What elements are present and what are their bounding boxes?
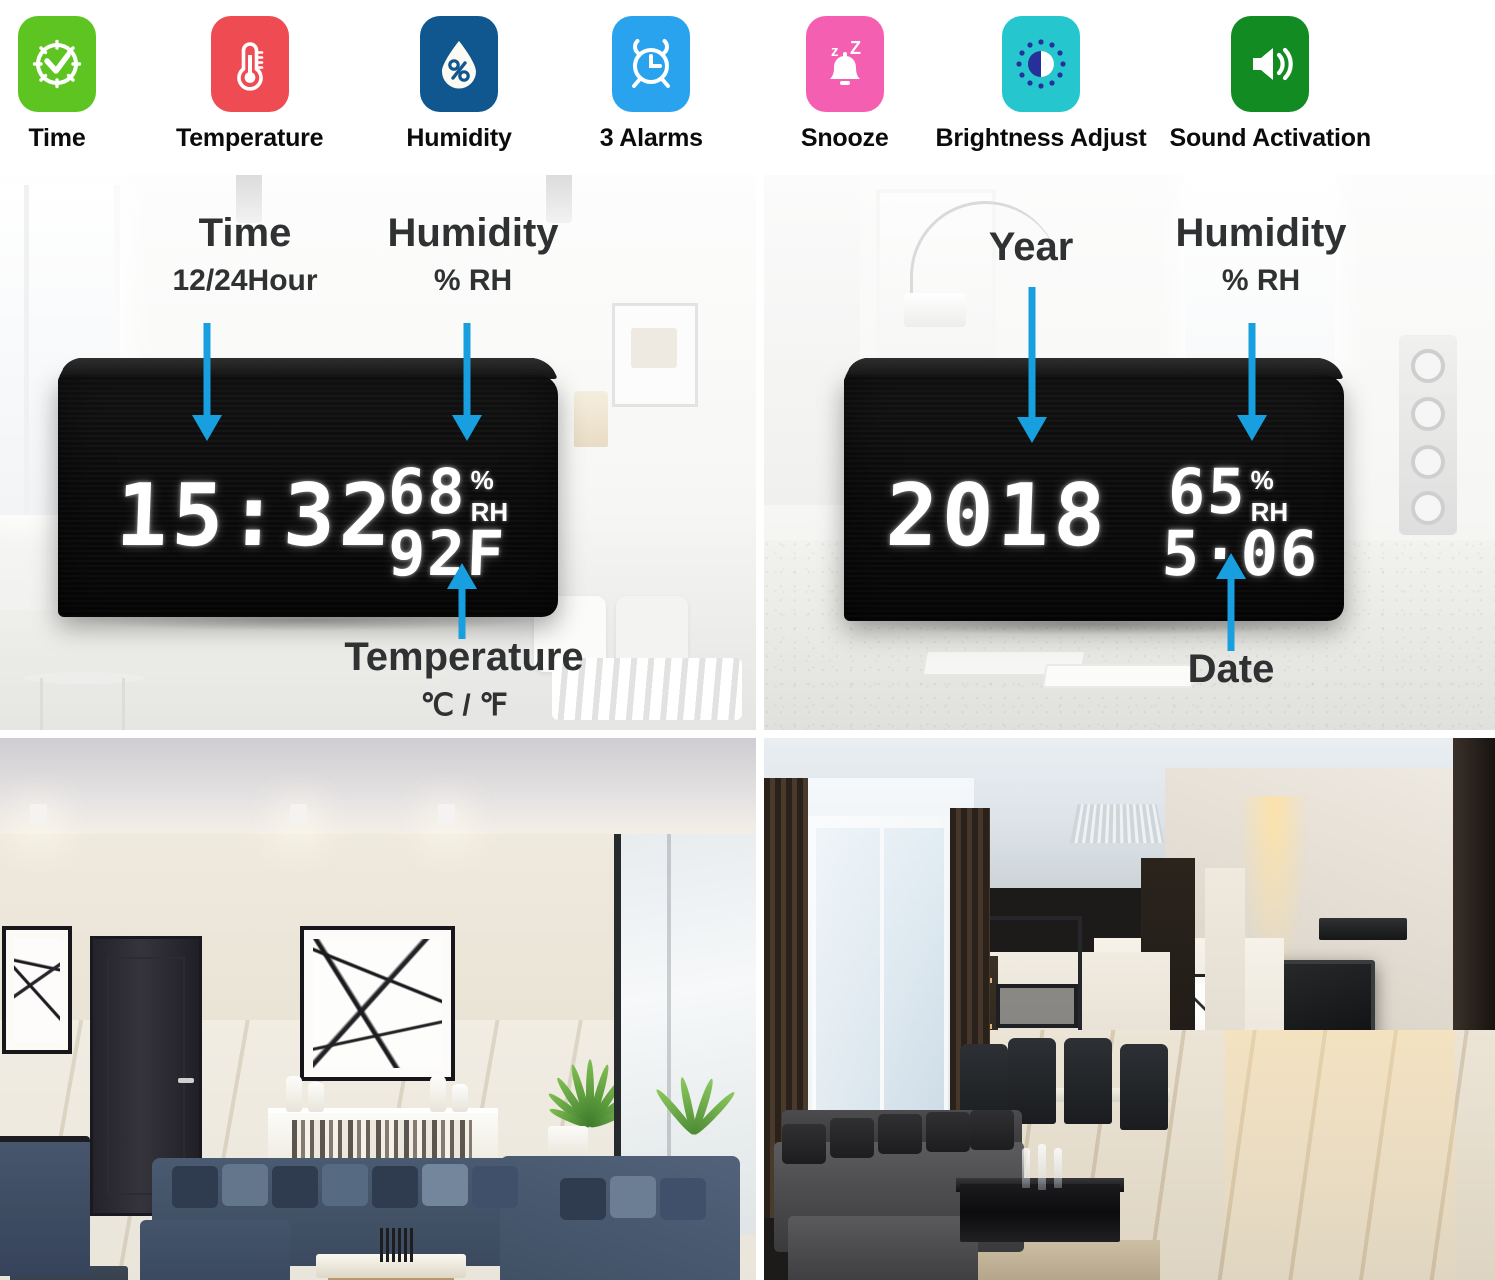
svg-text:Z: Z: [850, 38, 861, 58]
digital-clock-device: 15:32 68 % RH 92F: [58, 353, 558, 631]
humidity-percent-symbol: %: [470, 465, 494, 495]
annotation-year-title: Year: [988, 225, 1074, 269]
feature-item-temperature[interactable]: Temperature: [176, 0, 324, 153]
annotation-humidity: Humidity % RH: [1126, 213, 1396, 298]
panel-living-room-blue-sofa: [0, 738, 756, 1280]
digital-clock-device: 2018 65 % RH 5·06: [844, 353, 1344, 635]
annotation-arrow-humidity: [1237, 323, 1267, 441]
clock-drop-shadow: [854, 613, 1334, 635]
feature-label-time: Time: [28, 124, 86, 152]
product-photo-grid: 15:32 68 % RH 92F Time 12/24Hour Humidit…: [0, 175, 1495, 1280]
humidity-percent-symbol: %: [1250, 465, 1274, 495]
annotation-humidity-title: Humidity: [387, 211, 559, 255]
living-room-blue-sectional-photo: [0, 738, 756, 1280]
snooze-bell-icon: z Z: [805, 16, 884, 112]
feature-item-time[interactable]: Time: [18, 0, 96, 153]
panel-modern-dark-living-room: [764, 738, 1495, 1280]
clock-year-display: 2018: [884, 466, 1111, 566]
window-plant: [640, 1038, 740, 1137]
brightness-dial-icon: [1002, 16, 1081, 112]
feature-item-humidity[interactable]: Humidity: [406, 0, 512, 153]
annotation-arrow-year: [1017, 287, 1047, 443]
humidity-value: 68: [386, 455, 468, 528]
feature-label-alarms: 3 Alarms: [599, 124, 703, 152]
feature-label-temperature: Temperature: [176, 124, 324, 152]
annotation-humidity-title: Humidity: [1175, 211, 1347, 255]
panel-clock-year-date-view: 2018 65 % RH 5·06 Year Humidity % RH Dat…: [764, 175, 1495, 730]
annotation-arrow-time: [192, 323, 222, 441]
annotation-humidity: Humidity % RH: [338, 213, 608, 298]
annotation-temperature: Temperature ℃ / ℉: [330, 637, 598, 723]
feature-item-brightness[interactable]: Brightness Adjust: [936, 0, 1147, 153]
water-drop-percent-icon: [420, 16, 499, 112]
annotation-year: Year: [916, 227, 1146, 267]
feature-icon-strip: Time Temperature Humidity 3 Alarms z Z S…: [0, 0, 1495, 175]
modern-dark-living-room-photo: [764, 738, 1495, 1280]
annotation-humidity-subtitle: % RH: [1221, 264, 1301, 297]
clock-humidity-block: 68 % RH: [386, 455, 508, 528]
annotation-humidity-subtitle: % RH: [433, 264, 513, 297]
annotation-date: Date: [1146, 649, 1316, 689]
annotation-date-title: Date: [1187, 647, 1275, 691]
clock-time-display: 15:32: [114, 466, 397, 566]
clock-display-face: 2018 65 % RH 5·06: [844, 375, 1344, 621]
svg-text:z: z: [831, 43, 839, 60]
clock-icon: [18, 16, 96, 112]
feature-label-snooze: Snooze: [800, 124, 889, 152]
alarm-clock-icon: [612, 16, 691, 112]
humidity-value: 65: [1166, 455, 1248, 528]
thermometer-icon: [210, 16, 289, 112]
annotation-temperature-subtitle: ℃ / ℉: [420, 689, 508, 722]
feature-item-alarms[interactable]: 3 Alarms: [600, 0, 703, 153]
annotation-temperature-title: Temperature: [344, 635, 584, 679]
annotation-arrow-temperature: [447, 563, 477, 639]
annotation-arrow-date: [1216, 553, 1246, 651]
clock-humidity-block: 65 % RH: [1166, 455, 1288, 528]
clock-display-face: 15:32 68 % RH 92F: [58, 375, 558, 617]
feature-item-sound[interactable]: Sound Activation: [1170, 0, 1371, 153]
feature-item-snooze[interactable]: z Z Snooze: [801, 0, 889, 153]
feature-label-humidity: Humidity: [406, 124, 512, 152]
annotation-arrow-humidity: [452, 323, 482, 441]
speaker-sound-icon: [1231, 16, 1310, 112]
feature-label-sound: Sound Activation: [1169, 124, 1372, 152]
panel-clock-time-view: 15:32 68 % RH 92F Time 12/24Hour Humidit…: [0, 175, 756, 730]
feature-label-brightness: Brightness Adjust: [935, 124, 1147, 152]
